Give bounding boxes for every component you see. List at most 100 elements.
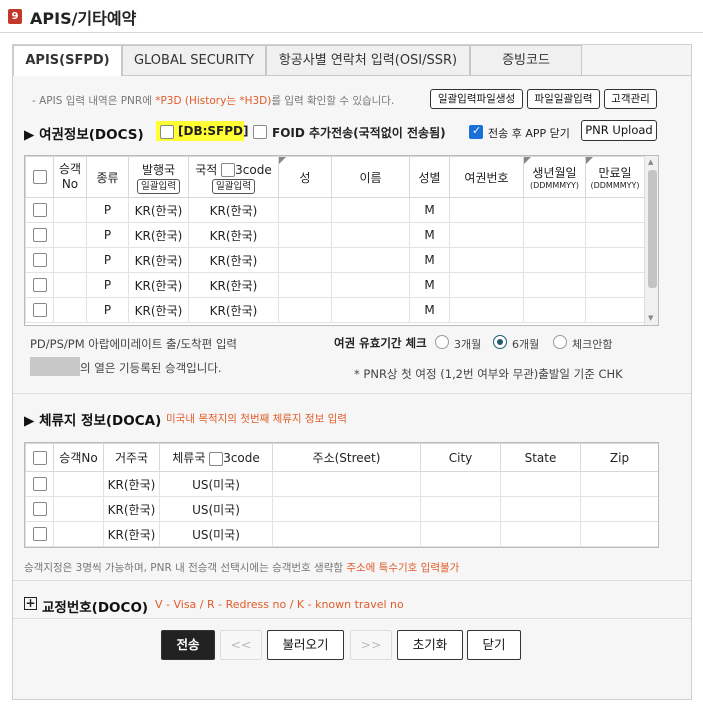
docs-select-all-checkbox[interactable] bbox=[32, 170, 47, 184]
doca-cell-zip[interactable] bbox=[580, 521, 658, 547]
bulk-file-create-button[interactable]: 일괄입력파일생성 bbox=[430, 89, 523, 109]
docs-cell-nationality[interactable]: KR(한국) bbox=[188, 197, 279, 223]
docs-cell-surname[interactable] bbox=[278, 247, 332, 273]
load-button[interactable]: 불러오기 bbox=[267, 630, 344, 660]
doca-cell-state[interactable] bbox=[500, 521, 581, 547]
scroll-up-icon[interactable]: ▲ bbox=[648, 158, 653, 166]
docs-cell-passport-no[interactable] bbox=[449, 247, 524, 273]
pnr-upload-button[interactable]: PNR Upload bbox=[581, 120, 657, 141]
docs-cell-gender[interactable]: M bbox=[409, 197, 450, 223]
doca-cell-residence[interactable]: KR(한국) bbox=[103, 471, 160, 497]
docs-cell-expiry[interactable] bbox=[585, 197, 645, 223]
nationality-3code-checkbox[interactable] bbox=[221, 163, 236, 177]
docs-cell-expiry[interactable] bbox=[585, 272, 645, 298]
tab-evidence-code[interactable]: 증빙코드 bbox=[470, 45, 582, 75]
docs-cell-expiry[interactable] bbox=[585, 222, 645, 248]
docs-cell-dob[interactable] bbox=[523, 272, 586, 298]
close-button[interactable]: 닫기 bbox=[467, 630, 521, 660]
send-button[interactable]: 전송 bbox=[161, 630, 215, 660]
docs-cell-surname[interactable] bbox=[278, 272, 332, 298]
doca-cell-street[interactable] bbox=[272, 521, 421, 547]
docs-cell-type[interactable]: P bbox=[86, 247, 129, 273]
doca-row-checkbox[interactable] bbox=[32, 502, 47, 516]
docs-cell-given-name[interactable] bbox=[331, 297, 410, 323]
doca-cell-state[interactable] bbox=[500, 496, 581, 522]
doca-select-all-checkbox[interactable] bbox=[32, 450, 47, 465]
docs-cell-given-name[interactable] bbox=[331, 197, 410, 223]
docs-cell-nationality[interactable]: KR(한국) bbox=[188, 222, 279, 248]
prev-button[interactable]: << bbox=[220, 630, 262, 660]
doca-cell-zip[interactable] bbox=[580, 496, 658, 522]
docs-cell-dob[interactable] bbox=[523, 222, 586, 248]
doca-cell-city[interactable] bbox=[420, 521, 501, 547]
db-sfpd-checkbox[interactable] bbox=[160, 125, 174, 139]
validity-6m-radio[interactable] bbox=[493, 335, 507, 349]
docs-cell-issue-country[interactable]: KR(한국) bbox=[128, 247, 189, 273]
doca-cell-city[interactable] bbox=[420, 471, 501, 497]
scroll-down-icon[interactable]: ▼ bbox=[648, 314, 653, 322]
doca-cell-stay-country[interactable]: US(미국) bbox=[159, 471, 273, 497]
docs-cell-passport-no[interactable] bbox=[449, 197, 524, 223]
docs-cell-type[interactable]: P bbox=[86, 297, 129, 323]
tab-apis-sfpd[interactable]: APIS(SFPD) bbox=[13, 45, 122, 76]
docs-cell-issue-country[interactable]: KR(한국) bbox=[128, 222, 189, 248]
docs-cell-given-name[interactable] bbox=[331, 272, 410, 298]
docs-row-checkbox[interactable] bbox=[32, 253, 47, 267]
next-button[interactable]: >> bbox=[350, 630, 392, 660]
validity-none-radio[interactable] bbox=[553, 335, 567, 349]
docs-cell-nationality[interactable]: KR(한국) bbox=[188, 247, 279, 273]
doca-cell-stay-country[interactable]: US(미국) bbox=[159, 521, 273, 547]
customer-manage-button[interactable]: 고객관리 bbox=[604, 89, 657, 109]
docs-cell-passport-no[interactable] bbox=[449, 222, 524, 248]
docs-cell-issue-country[interactable]: KR(한국) bbox=[128, 297, 189, 323]
docs-cell-gender[interactable]: M bbox=[409, 247, 450, 273]
validity-3m-radio[interactable] bbox=[435, 335, 449, 349]
docs-cell-type[interactable]: P bbox=[86, 222, 129, 248]
docs-cell-gender[interactable]: M bbox=[409, 272, 450, 298]
docs-cell-issue-country[interactable]: KR(한국) bbox=[128, 272, 189, 298]
docs-cell-dob[interactable] bbox=[523, 247, 586, 273]
doco-expand-icon[interactable]: + bbox=[24, 597, 37, 610]
docs-scrollbar[interactable]: ▲ ▼ bbox=[644, 156, 658, 325]
doca-cell-stay-country[interactable]: US(미국) bbox=[159, 496, 273, 522]
docs-cell-surname[interactable] bbox=[278, 297, 332, 323]
docs-cell-passport-no[interactable] bbox=[449, 297, 524, 323]
docs-cell-type[interactable]: P bbox=[86, 197, 129, 223]
reset-button[interactable]: 초기화 bbox=[397, 630, 463, 660]
doca-3code-checkbox[interactable] bbox=[209, 451, 224, 466]
file-bulk-input-button[interactable]: 파일일괄입력 bbox=[527, 89, 600, 109]
docs-cell-issue-country[interactable]: KR(한국) bbox=[128, 197, 189, 223]
doca-row-checkbox[interactable] bbox=[32, 527, 47, 541]
foid-checkbox[interactable] bbox=[253, 125, 267, 139]
app-close-checkbox[interactable] bbox=[469, 124, 483, 139]
doca-cell-state[interactable] bbox=[500, 471, 581, 497]
docs-cell-nationality[interactable]: KR(한국) bbox=[188, 297, 279, 323]
docs-cell-expiry[interactable] bbox=[585, 297, 645, 323]
docs-scroll-thumb[interactable] bbox=[648, 170, 657, 288]
doca-cell-street[interactable] bbox=[272, 496, 421, 522]
doca-cell-residence[interactable]: KR(한국) bbox=[103, 496, 160, 522]
docs-cell-given-name[interactable] bbox=[331, 222, 410, 248]
docs-cell-surname[interactable] bbox=[278, 222, 332, 248]
docs-row-checkbox[interactable] bbox=[32, 303, 47, 317]
docs-cell-passport-no[interactable] bbox=[449, 272, 524, 298]
nationality-bulk-input-button[interactable]: 일괄입력 bbox=[212, 178, 255, 194]
tab-global-security[interactable]: GLOBAL SECURITY bbox=[122, 45, 266, 75]
docs-cell-gender[interactable]: M bbox=[409, 222, 450, 248]
docs-cell-dob[interactable] bbox=[523, 197, 586, 223]
docs-cell-given-name[interactable] bbox=[331, 247, 410, 273]
docs-cell-surname[interactable] bbox=[278, 197, 332, 223]
docs-cell-dob[interactable] bbox=[523, 297, 586, 323]
issue-bulk-input-button[interactable]: 일괄입력 bbox=[137, 178, 180, 194]
doca-cell-city[interactable] bbox=[420, 496, 501, 522]
doca-cell-residence[interactable]: KR(한국) bbox=[103, 521, 160, 547]
docs-cell-gender[interactable]: M bbox=[409, 297, 450, 323]
doca-cell-street[interactable] bbox=[272, 471, 421, 497]
docs-row-checkbox[interactable] bbox=[32, 203, 47, 217]
docs-cell-nationality[interactable]: KR(한국) bbox=[188, 272, 279, 298]
tab-osi-ssr[interactable]: 항공사별 연락처 입력(OSI/SSR) bbox=[266, 45, 470, 75]
docs-cell-expiry[interactable] bbox=[585, 247, 645, 273]
doca-cell-zip[interactable] bbox=[580, 471, 658, 497]
docs-cell-type[interactable]: P bbox=[86, 272, 129, 298]
docs-row-checkbox[interactable] bbox=[32, 228, 47, 242]
